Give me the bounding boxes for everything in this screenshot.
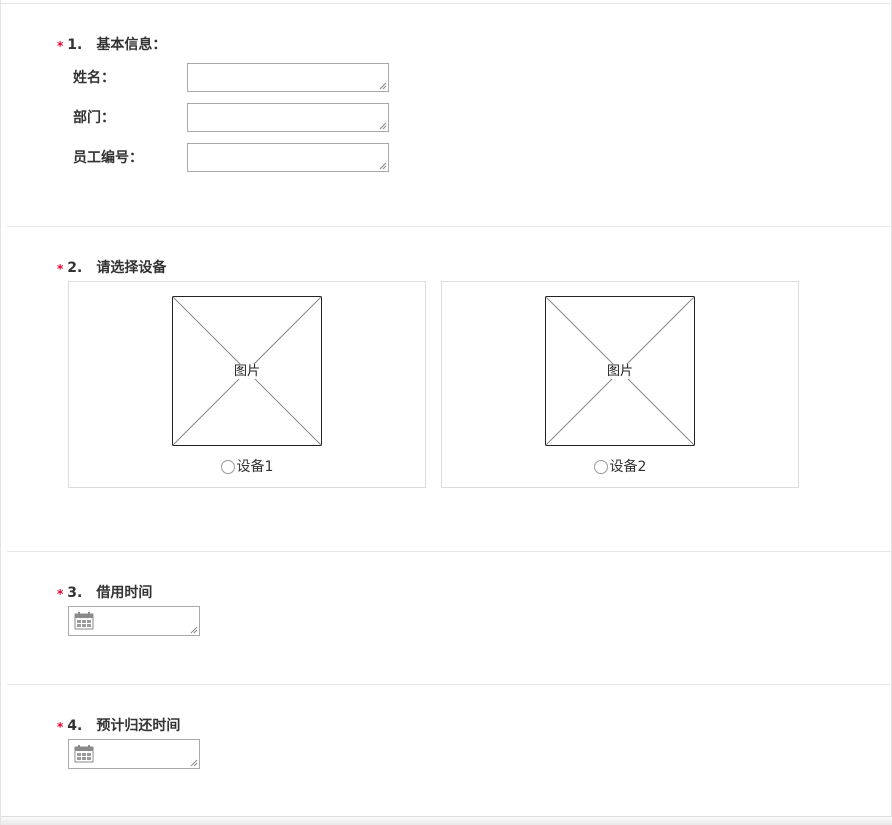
question-2-title: * 2. 请选择设备 xyxy=(57,259,166,277)
resize-grip-icon[interactable] xyxy=(190,626,198,634)
required-mark: * xyxy=(57,720,64,734)
resize-grip-icon[interactable] xyxy=(190,759,198,767)
question-text: 预计归还时间 xyxy=(96,718,181,734)
question-number: 3. xyxy=(67,585,83,601)
image-caption: 图片 xyxy=(232,364,261,379)
section-divider xyxy=(7,551,891,552)
device-2-radio-row[interactable]: 设备2 xyxy=(442,458,798,476)
device-1-image: 图片 xyxy=(171,295,323,447)
top-divider xyxy=(1,3,892,4)
return-date-input[interactable] xyxy=(68,739,200,769)
question-text: 请选择设备 xyxy=(96,260,167,276)
resize-grip-icon[interactable] xyxy=(379,82,387,90)
calendar-icon[interactable] xyxy=(74,611,94,631)
resize-grip-icon[interactable] xyxy=(379,122,387,130)
name-label: 姓名： xyxy=(73,70,115,86)
required-mark: * xyxy=(57,39,64,53)
device-1-radio-row[interactable]: 设备1 xyxy=(69,458,425,476)
question-text: 借用时间 xyxy=(96,585,153,601)
name-textarea[interactable] xyxy=(187,63,389,92)
required-mark: * xyxy=(57,262,64,276)
device-2-label[interactable]: 设备2 xyxy=(610,459,647,475)
device-2-radio[interactable] xyxy=(593,460,608,474)
bottom-edge xyxy=(1,816,892,825)
department-textarea[interactable] xyxy=(187,103,389,132)
borrow-date-input[interactable] xyxy=(68,606,200,636)
question-number: 1. xyxy=(67,37,83,53)
question-1-title: * 1. 基本信息： xyxy=(57,36,166,54)
question-3-title: * 3. 借用时间 xyxy=(57,584,152,602)
employee-id-label: 员工编号： xyxy=(73,150,143,166)
question-number: 4. xyxy=(67,718,83,734)
question-number: 2. xyxy=(67,260,83,276)
question-4-title: * 4. 预计归还时间 xyxy=(57,717,180,735)
section-divider xyxy=(7,226,891,227)
department-label: 部门： xyxy=(73,110,115,126)
resize-grip-icon[interactable] xyxy=(379,162,387,170)
question-text: 基本信息： xyxy=(96,37,167,53)
employee-id-textarea[interactable] xyxy=(187,143,389,172)
device-1-radio[interactable] xyxy=(220,460,235,474)
device-option-1-card[interactable]: 图片 设备1 xyxy=(68,281,426,488)
device-option-2-card[interactable]: 图片 设备2 xyxy=(441,281,799,488)
required-mark: * xyxy=(57,587,64,601)
device-2-image: 图片 xyxy=(544,295,696,447)
calendar-icon[interactable] xyxy=(74,744,94,764)
device-1-label[interactable]: 设备1 xyxy=(237,459,274,475)
survey-form-page: * 1. 基本信息： 姓名： 部门： 员工编号： * 2. 请选择设备 图片 设备1 xyxy=(0,0,892,825)
image-caption: 图片 xyxy=(605,364,634,379)
section-divider xyxy=(7,684,891,685)
